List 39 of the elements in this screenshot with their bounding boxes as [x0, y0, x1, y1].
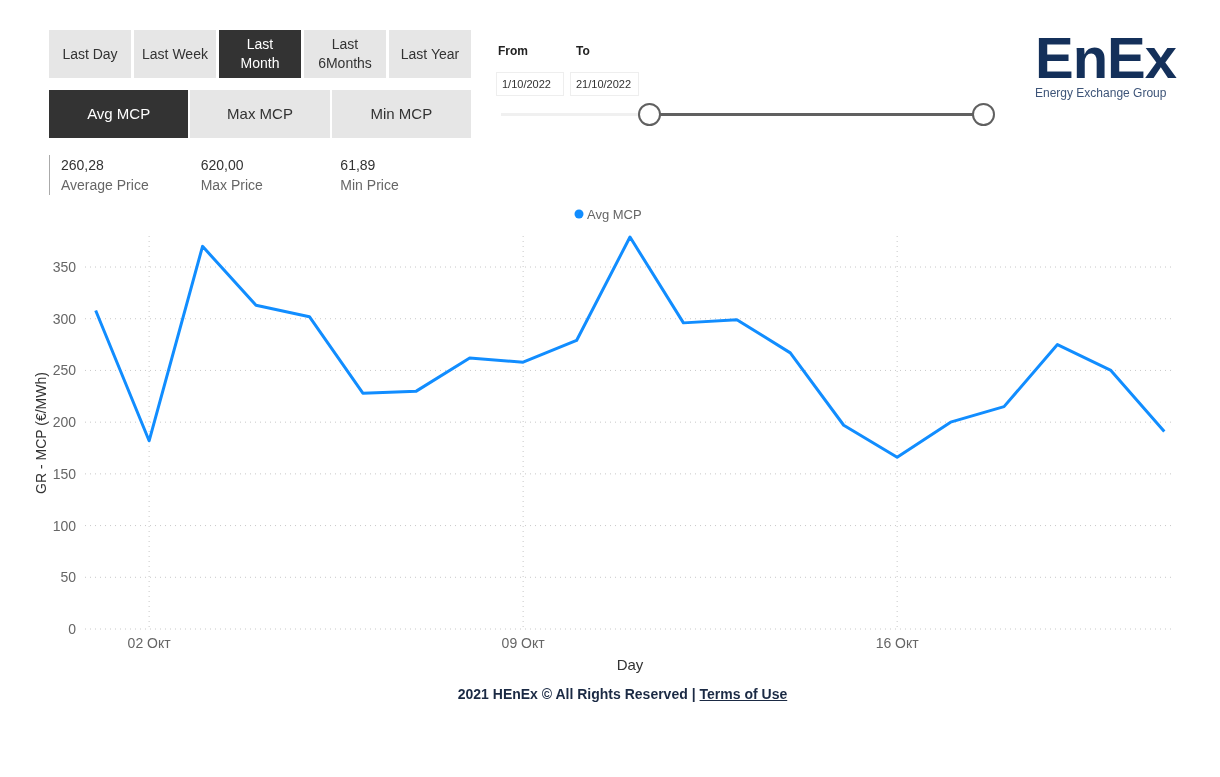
period-tab[interactable]: Last Day — [49, 30, 131, 78]
measure-tab[interactable]: Max MCP — [190, 90, 330, 138]
y-tick-label: 0 — [68, 621, 76, 637]
y-tick-label: 150 — [52, 465, 76, 482]
copyright-text: 2021 HEnEx © All Rights Reserved | — [457, 685, 696, 704]
kpi-label: Average Price — [61, 176, 149, 195]
x-tick-label: 09 Окт — [501, 635, 545, 651]
period-tab[interactable]: Last Year — [389, 30, 471, 78]
kpi-value: 620,00 — [200, 156, 244, 175]
y-tick-label: 100 — [52, 517, 76, 534]
period-tab[interactable]: Last Month — [219, 30, 301, 78]
y-axis-title: GR - MCP (€/MWh) — [33, 372, 49, 494]
kpi-value: 61,89 — [340, 156, 376, 175]
to-date-field[interactable]: 21/10/2022 — [570, 72, 639, 96]
slider-thumb[interactable] — [972, 103, 996, 126]
chart-legend: Avg MCP — [574, 207, 642, 222]
period-tab[interactable]: Last 6Months — [304, 30, 386, 78]
to-label: To — [575, 43, 590, 60]
y-tick-label: 200 — [52, 414, 76, 431]
y-tick-label: 50 — [60, 569, 76, 586]
logo-wordmark: EnEx — [1035, 30, 1177, 86]
x-tick-label: 02 Окт — [127, 635, 171, 651]
y-tick-label: 350 — [52, 259, 76, 276]
terms-link[interactable]: Terms of Use — [699, 684, 788, 705]
y-tick-label: 300 — [52, 310, 76, 327]
kpi-value: 260,28 — [61, 156, 104, 175]
measure-tab[interactable]: Min MCP — [331, 90, 471, 138]
logo-tagline: Energy Exchange Group — [1035, 86, 1167, 100]
kpi-label: Min Price — [340, 176, 399, 195]
kpi-label: Max Price — [200, 176, 263, 195]
y-tick-label: 250 — [52, 362, 76, 379]
from-label: From — [497, 43, 528, 60]
x-axis-title: Day — [616, 656, 644, 673]
measure-tab[interactable]: Avg MCP — [49, 90, 189, 138]
legend-label: Avg MCP — [587, 207, 642, 222]
slider-thumb[interactable] — [637, 103, 661, 126]
period-tab[interactable]: Last Week — [134, 30, 216, 78]
from-date-field[interactable]: 1/10/2022 — [496, 72, 564, 96]
x-tick-label: 16 Окт — [875, 635, 919, 651]
